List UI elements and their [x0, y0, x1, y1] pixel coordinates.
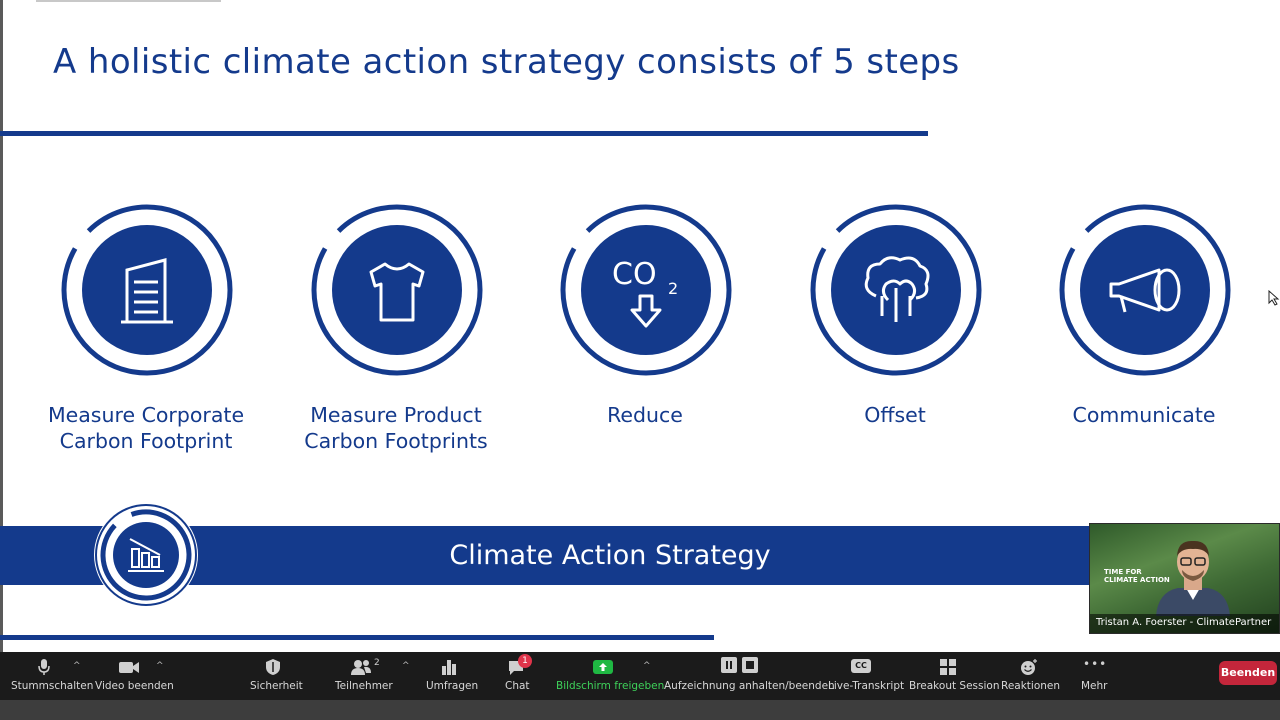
strategy-chart-icon	[94, 503, 198, 607]
chat-badge: 1	[518, 654, 532, 668]
caret-icon[interactable]: ^	[156, 661, 164, 671]
share-screen-icon	[593, 660, 613, 674]
tshirt-icon	[311, 204, 483, 376]
toolbar-label: Stummschalten	[11, 680, 94, 692]
participant-name-bar: Tristan A. Foerster - ClimatePartner	[1090, 614, 1279, 633]
step-label-line1: Communicate	[1072, 403, 1216, 427]
caret-icon[interactable]: ^	[402, 661, 410, 671]
step-label-line1: Reduce	[607, 403, 683, 427]
caret-icon[interactable]: ^	[73, 661, 81, 671]
recording-button[interactable]: Aufzeichnung anhalten/beenden	[664, 652, 835, 700]
toolbar-label: Aufzeichnung anhalten/beenden	[664, 680, 835, 692]
toolbar-label: Sicherheit	[250, 680, 303, 692]
step-label-line1: Measure Corporate	[47, 403, 245, 427]
participant-video[interactable]: TIME FOR CLIMATE ACTION Tristan A. Foers…	[1089, 523, 1280, 634]
polls-button[interactable]: Umfragen	[425, 652, 479, 700]
toolbar-label: Video beenden	[95, 680, 174, 692]
participants-button[interactable]: 2 ^ Teilnehmer	[334, 652, 410, 700]
footer-divider	[0, 635, 714, 640]
breakout-session-button[interactable]: Breakout Session	[909, 652, 1000, 700]
share-screen-button[interactable]: ^ Bildschirm freigeben	[556, 652, 664, 700]
more-icon: •••	[1083, 657, 1108, 671]
toolbar-label: Bildschirm freigeben	[556, 680, 665, 692]
megaphone-icon	[1059, 204, 1231, 376]
co2-subscript: 2	[668, 279, 678, 298]
participants-icon	[351, 660, 371, 675]
top-mark	[36, 0, 221, 2]
toolbar-label: Chat	[505, 680, 530, 692]
title-divider	[0, 131, 928, 136]
stop-video-button[interactable]: ^ Video beenden	[94, 652, 174, 700]
caret-icon[interactable]: ^	[643, 661, 651, 671]
mouse-cursor-icon	[1268, 290, 1280, 306]
reactions-button[interactable]: Reaktionen	[1001, 652, 1060, 700]
cc-icon: CC	[851, 659, 871, 673]
toolbar-label: Mehr	[1081, 680, 1108, 692]
toolbar-label: Umfragen	[426, 680, 479, 692]
trees-icon	[810, 204, 982, 376]
breakout-icon	[940, 659, 956, 675]
chat-button[interactable]: 1 Chat	[503, 652, 539, 700]
live-transcript-button[interactable]: CC Live-Transkript	[828, 652, 904, 700]
participant-count: 2	[374, 658, 380, 668]
slide-title: A holistic climate action strategy consi…	[53, 42, 960, 82]
meeting-toolbar: ^ Stummschalten ^ Video beenden Sicherhe…	[0, 652, 1280, 700]
security-button[interactable]: Sicherheit	[249, 652, 303, 700]
toolbar-label: Reaktionen	[1001, 680, 1061, 692]
co2-down-icon: CO 2	[560, 204, 732, 376]
building-icon	[61, 204, 233, 376]
banner-title: Climate Action Strategy	[449, 540, 771, 571]
more-button[interactable]: ••• Mehr	[1080, 652, 1110, 700]
presentation-slide: A holistic climate action strategy consi…	[0, 0, 1280, 652]
window-bottom-strip	[0, 700, 1280, 720]
toolbar-label: Teilnehmer	[335, 680, 393, 692]
video-camera-icon	[119, 662, 139, 673]
toolbar-label: Live-Transkript	[828, 680, 905, 692]
participant-name: Tristan A. Foerster - ClimatePartner	[1096, 617, 1272, 628]
step-label-line2: Carbon Footprints	[304, 429, 488, 453]
toolbar-label: Breakout Session	[909, 680, 1000, 692]
emoji-icon	[1021, 659, 1037, 675]
end-meeting-button[interactable]: Beenden	[1219, 661, 1277, 685]
step-label-line2: Carbon Footprint	[59, 429, 233, 453]
poll-icon	[442, 660, 456, 675]
step-label-line1: Measure Product	[310, 403, 482, 427]
co2-text: CO	[612, 257, 657, 292]
speaker-figure	[1156, 540, 1230, 616]
step-label-line1: Offset	[864, 403, 926, 427]
shield-icon	[266, 659, 280, 675]
microphone-icon	[38, 659, 50, 675]
mute-button[interactable]: ^ Stummschalten	[10, 652, 93, 700]
recording-icon	[721, 657, 758, 673]
